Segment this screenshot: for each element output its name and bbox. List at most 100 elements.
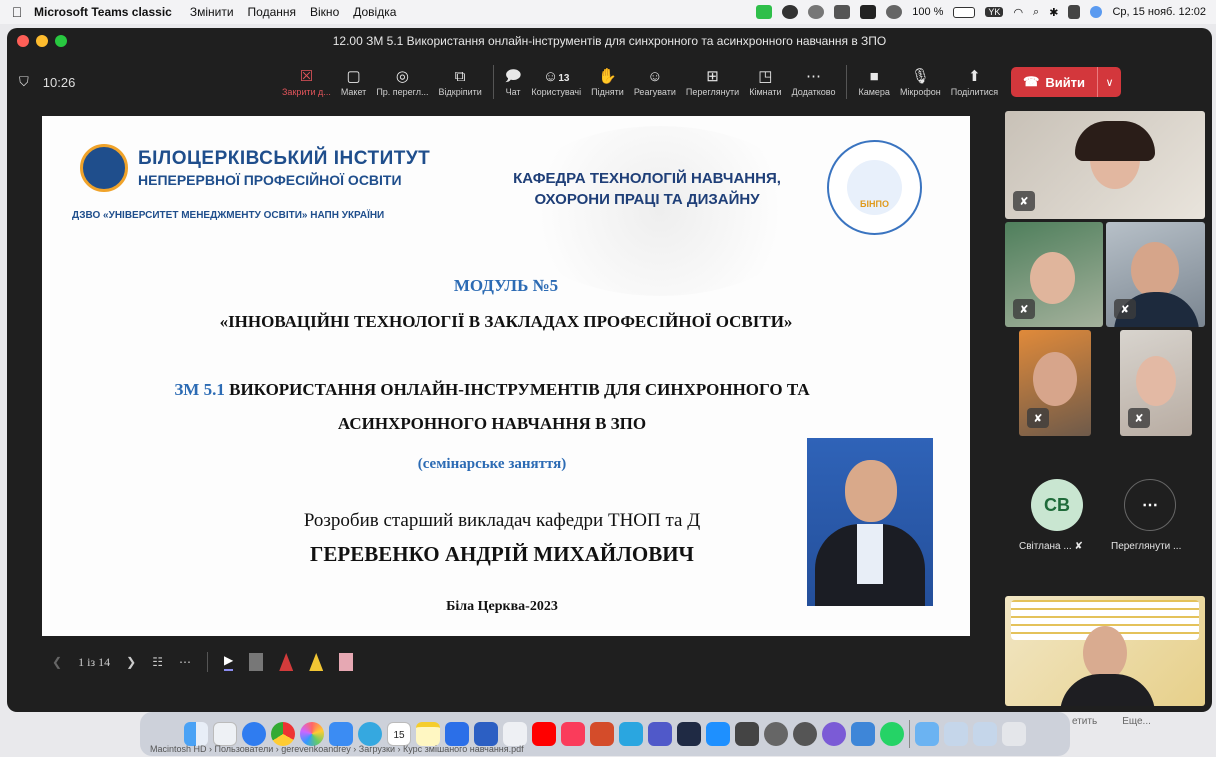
calculator-icon[interactable]: [735, 722, 759, 746]
menu-edit[interactable]: Змінити: [190, 5, 234, 19]
share-icon: ⬆: [968, 68, 981, 85]
sync-icon[interactable]: [808, 5, 825, 19]
slide-grid-icon[interactable]: ☷: [152, 655, 163, 669]
controls-divider: [206, 652, 208, 672]
powerpoint-icon[interactable]: [590, 722, 614, 746]
presenter-view-button[interactable]: ◎ Пр. перегл...: [371, 58, 433, 106]
presentation-controls: ❮ 1 із 14 ❯ ☷ ⋯ ▶: [52, 650, 354, 674]
leave-button[interactable]: ☎ Вийти: [1011, 67, 1098, 97]
calendar-icon[interactable]: 15: [387, 722, 411, 746]
zoom-icon[interactable]: [445, 722, 469, 746]
chat-button[interactable]: 🗩 Чат: [500, 58, 527, 106]
safari-icon[interactable]: [242, 722, 266, 746]
preview-icon[interactable]: [851, 722, 875, 746]
people-icon: ☺13: [543, 68, 570, 85]
pen-tool-icon[interactable]: [249, 653, 264, 671]
extension-icon[interactable]: [886, 5, 903, 19]
participant-video-tile[interactable]: ✘: [1005, 111, 1205, 219]
whatsapp-icon[interactable]: [880, 722, 904, 746]
menu-help[interactable]: Довідка: [353, 5, 396, 19]
layout-button[interactable]: ▢ Макет: [336, 58, 371, 106]
mic-icon: 🎙: [910, 68, 930, 85]
app-menu[interactable]: Microsoft Teams classic: [34, 5, 172, 19]
window-titlebar[interactable]: 12.00 ЗМ 5.1 Використання онлайн-інструм…: [7, 28, 1212, 54]
menubar-clock[interactable]: Ср, 15 нояб. 12:02: [1112, 6, 1206, 18]
finder-icon[interactable]: [184, 722, 208, 746]
app-status-icon[interactable]: [860, 5, 877, 19]
menu-view[interactable]: Подання: [248, 5, 296, 19]
viber-icon[interactable]: [822, 722, 846, 746]
maximize-window-button[interactable]: [55, 35, 67, 47]
mic-muted-icon: ✘: [1128, 408, 1150, 428]
participant-video-tile[interactable]: ✘: [1106, 222, 1205, 327]
close-window-button[interactable]: [17, 35, 29, 47]
app-store-icon[interactable]: [706, 722, 730, 746]
document-stack-icon[interactable]: [944, 722, 968, 746]
word-icon[interactable]: [474, 722, 498, 746]
stop-sharing-button[interactable]: ☒ Закрити д...: [277, 58, 336, 106]
author-photo: [807, 438, 933, 606]
participant-video-tile[interactable]: ✘: [1019, 330, 1091, 436]
search-icon[interactable]: ⌕: [1033, 6, 1039, 19]
minimize-window-button[interactable]: [36, 35, 48, 47]
leave-options-dropdown[interactable]: ∨: [1097, 67, 1122, 97]
siri-icon[interactable]: [1090, 6, 1103, 18]
system-settings-icon[interactable]: [764, 722, 788, 746]
chrome-icon[interactable]: [271, 722, 295, 746]
shield-app-icon[interactable]: [677, 722, 701, 746]
camera-button[interactable]: ■ Камера: [853, 58, 894, 106]
participant-video-tile[interactable]: ✘: [1120, 330, 1192, 436]
react-button[interactable]: ☺ Реагувати: [629, 58, 681, 106]
pointer-tool-icon[interactable]: ▶: [223, 653, 234, 671]
shield-icon[interactable]: [834, 5, 851, 19]
view-more-participants-button[interactable]: ⋯: [1124, 479, 1176, 531]
bluetooth-icon[interactable]: ✱: [1049, 6, 1058, 19]
prev-slide-button[interactable]: ❮: [52, 655, 62, 669]
control-center-icon[interactable]: [1068, 5, 1081, 19]
next-slide-button[interactable]: ❯: [126, 655, 136, 669]
mail-icon[interactable]: [329, 722, 353, 746]
facetime-icon[interactable]: [756, 5, 773, 19]
teams-icon[interactable]: [648, 722, 672, 746]
share-button[interactable]: ⬆ Поділитися: [946, 58, 1003, 106]
music-icon[interactable]: [561, 722, 585, 746]
keyboard-layout-badge[interactable]: YK: [985, 7, 1004, 17]
shared-presentation-slide[interactable]: БІЛОЦЕРКІВСЬКИЙ ІНСТИТУТ НЕПЕРЕРВНОЇ ПРО…: [42, 116, 970, 636]
participant-video-tile[interactable]: ✘: [1005, 222, 1103, 327]
trash-icon[interactable]: [1002, 722, 1026, 746]
launchpad-icon[interactable]: [213, 722, 237, 746]
rooms-button[interactable]: ◳ Кімнати: [744, 58, 786, 106]
eraser-icon[interactable]: [339, 653, 354, 671]
apple-icon[interactable]: : [0, 4, 34, 20]
view-button[interactable]: ⊞ Переглянути: [681, 58, 744, 106]
mic-muted-icon: ✘: [1013, 299, 1035, 319]
people-button[interactable]: ☺13 Користувачі: [526, 58, 586, 106]
meeting-timer: 10:26: [42, 74, 76, 90]
menu-window[interactable]: Вікно: [310, 5, 339, 19]
raise-hand-button[interactable]: ✋ Підняти: [586, 58, 629, 106]
author-name: ГЕРЕВЕНКО АНДРІЙ МИХАЙЛОВИЧ: [310, 542, 694, 566]
document-stack-icon[interactable]: [973, 722, 997, 746]
downloads-folder-icon[interactable]: [915, 722, 939, 746]
red-pen-icon[interactable]: [279, 653, 294, 671]
traffic-lights: [7, 35, 67, 47]
status-icon[interactable]: [782, 5, 799, 19]
more-icon[interactable]: ⋯: [179, 655, 191, 669]
photos-icon[interactable]: [300, 722, 324, 746]
battery-icon[interactable]: [953, 6, 976, 18]
youtube-icon[interactable]: [532, 722, 556, 746]
app-icon-dark[interactable]: [793, 722, 817, 746]
wifi-icon[interactable]: ◠: [1013, 6, 1023, 19]
viber-like-icon[interactable]: [503, 722, 527, 746]
participant-avatar-cv[interactable]: СВ: [1031, 479, 1083, 531]
notes-icon[interactable]: [416, 722, 440, 746]
topic-line-1: ЗМ 5.1 ВИКОРИСТАННЯ ОНЛАЙН-ІНСТРУМЕНТІВ …: [174, 380, 810, 399]
mic-button[interactable]: 🎙 Мікрофон: [895, 58, 946, 106]
topic-code: ЗМ 5.1: [174, 380, 225, 399]
highlighter-icon[interactable]: [309, 653, 324, 671]
more-button[interactable]: ⋯ Додатково: [787, 58, 841, 106]
app-icon[interactable]: [619, 722, 643, 746]
telegram-icon[interactable]: [358, 722, 382, 746]
popout-button[interactable]: ⧉ Відкріпити: [434, 58, 487, 106]
self-view-tile[interactable]: [1005, 596, 1205, 706]
